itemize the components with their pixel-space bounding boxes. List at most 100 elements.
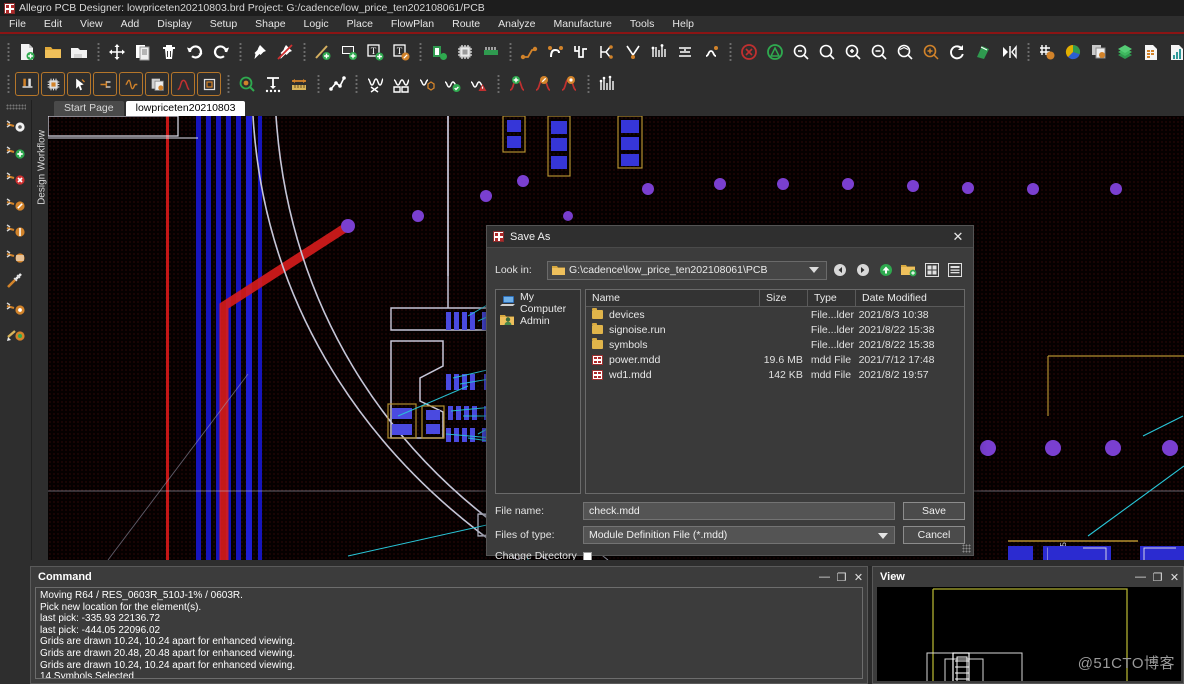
places-sidebar[interactable]: My Computer Admin — [495, 289, 581, 494]
pin-delay-icon[interactable] — [93, 72, 117, 96]
edit-text-icon[interactable]: T — [388, 39, 414, 65]
custom-smooth-icon[interactable] — [698, 39, 724, 65]
zoom-fit-icon[interactable] — [814, 39, 840, 65]
save-as-dialog[interactable]: Save As ✕ Look in: G:\cadence\low_price_… — [486, 225, 974, 562]
list-view-icon[interactable] — [922, 261, 942, 280]
reflection-icon[interactable] — [171, 72, 195, 96]
assign-model-icon[interactable] — [556, 71, 582, 97]
workflow-tune-icon[interactable] — [3, 217, 29, 243]
close-icon[interactable]: ✕ — [1166, 569, 1183, 585]
detail-view-icon[interactable] — [945, 261, 965, 280]
status-icon[interactable] — [1164, 39, 1184, 65]
zoom-previous-icon[interactable] — [918, 39, 944, 65]
menu-analyze[interactable]: Analyze — [489, 16, 544, 32]
add-text-icon[interactable]: T — [362, 39, 388, 65]
grid-toggle-icon[interactable] — [1034, 39, 1060, 65]
column-header-name[interactable]: Name — [586, 290, 760, 306]
new-file-icon[interactable] — [14, 39, 40, 65]
redo-icon[interactable] — [208, 39, 234, 65]
zoom-points-icon[interactable] — [866, 39, 892, 65]
file-row-symbols[interactable]: symbols File...lder 2021/8/22 15:38 — [586, 337, 964, 352]
fanout-icon[interactable] — [646, 39, 672, 65]
menu-display[interactable]: Display — [148, 16, 200, 32]
zoom-probe-icon[interactable] — [234, 71, 260, 97]
undo-icon[interactable] — [182, 39, 208, 65]
restore-icon[interactable]: ❐ — [1149, 569, 1166, 585]
drop-via-icon[interactable] — [260, 71, 286, 97]
delay-tune-icon[interactable] — [568, 39, 594, 65]
menu-logic[interactable]: Logic — [295, 16, 338, 32]
tab-start-page[interactable]: Start Page — [54, 101, 124, 116]
save-button[interactable]: Save — [903, 502, 965, 520]
menu-place[interactable]: Place — [338, 16, 382, 32]
boundary-icon[interactable] — [197, 72, 221, 96]
open-folder-icon[interactable] — [40, 39, 66, 65]
close-icon[interactable]: ✕ — [947, 228, 969, 246]
menu-edit[interactable]: Edit — [35, 16, 71, 32]
edit-model-icon[interactable] — [530, 71, 556, 97]
cancel-button[interactable]: Cancel — [903, 526, 965, 544]
workflow-finish-icon[interactable] — [3, 321, 29, 347]
file-row-signoise-run[interactable]: signoise.run File...lder 2021/8/22 15:38 — [586, 322, 964, 337]
resize-grip[interactable] — [962, 544, 971, 553]
3d-view-icon[interactable] — [414, 71, 440, 97]
file-row-power-mdd[interactable]: power.mdd 19.6 MB mdd File 2021/7/12 17:… — [586, 352, 964, 367]
files-of-type-select[interactable]: Module Definition File (*.mdd) — [583, 526, 895, 544]
copy-sim-icon[interactable] — [145, 72, 169, 96]
parent-folder-icon[interactable] — [876, 261, 896, 280]
unpin-icon[interactable] — [272, 39, 298, 65]
menu-route[interactable]: Route — [443, 16, 489, 32]
workflow-database-icon[interactable] — [3, 243, 29, 269]
file-list[interactable]: Name Size Type Date Modified devices Fil… — [585, 289, 965, 494]
zoom-in-icon[interactable] — [840, 39, 866, 65]
file-row-devices[interactable]: devices File...lder 2021/8/3 10:38 — [586, 307, 964, 322]
back-icon[interactable] — [830, 261, 850, 280]
save-icon[interactable] — [66, 39, 92, 65]
book-sim-icon[interactable] — [388, 71, 414, 97]
rail-grip[interactable] — [5, 104, 26, 110]
column-header-date[interactable]: Date Modified — [856, 290, 946, 306]
command-log[interactable]: Moving R64 / RES_0603R_510J-1% / 0603R. … — [35, 587, 863, 679]
chip-icon[interactable] — [41, 72, 65, 96]
zoom-out-icon[interactable] — [788, 39, 814, 65]
forward-icon[interactable] — [853, 261, 873, 280]
color-wheel-icon[interactable] — [1060, 39, 1086, 65]
slide-icon[interactable] — [542, 39, 568, 65]
workflow-setup-icon[interactable] — [3, 113, 29, 139]
place-manual-icon[interactable] — [426, 39, 452, 65]
column-header-size[interactable]: Size — [760, 290, 808, 306]
layer-copy-icon[interactable] — [1086, 39, 1112, 65]
chip-icon[interactable] — [452, 39, 478, 65]
look-in-combobox[interactable]: G:\cadence\low_price_ten202108061\PCB — [547, 260, 827, 280]
add-rect-icon[interactable] — [336, 39, 362, 65]
flip-design-icon[interactable] — [996, 39, 1022, 65]
place-replicate-icon[interactable] — [478, 39, 504, 65]
copy-icon[interactable] — [130, 39, 156, 65]
signal-flow-icon[interactable] — [594, 71, 620, 97]
add-model-icon[interactable] — [504, 71, 530, 97]
menu-view[interactable]: View — [71, 16, 112, 32]
add-line-icon[interactable] — [310, 39, 336, 65]
file-row-wd1-mdd[interactable]: wd1.mdd 142 KB mdd File 2021/8/2 19:57 — [586, 367, 964, 382]
color-map-icon[interactable] — [970, 39, 996, 65]
drc-on-icon[interactable] — [762, 39, 788, 65]
workflow-placement-icon[interactable] — [3, 269, 29, 295]
xtalk-icon[interactable] — [362, 71, 388, 97]
sim-ok-icon[interactable] — [440, 71, 466, 97]
close-icon[interactable]: ✕ — [850, 569, 867, 585]
route-connect-icon[interactable] — [516, 39, 542, 65]
workflow-edit-icon[interactable] — [3, 191, 29, 217]
menu-help[interactable]: Help — [663, 16, 703, 32]
pin-icon[interactable] — [246, 39, 272, 65]
view-panel-canvas[interactable]: @51CTO博客 — [877, 587, 1181, 681]
delete-icon[interactable] — [156, 39, 182, 65]
menu-shape[interactable]: Shape — [246, 16, 294, 32]
spread-icon[interactable] — [672, 39, 698, 65]
tab-lowpriceten20210803[interactable]: lowpriceten20210803 — [125, 101, 246, 116]
chevron-down-icon[interactable] — [878, 533, 888, 539]
workflow-delete-icon[interactable] — [3, 165, 29, 191]
file-name-input[interactable]: check.mdd — [583, 502, 895, 520]
vertex-icon[interactable] — [594, 39, 620, 65]
menu-tools[interactable]: Tools — [621, 16, 664, 32]
minimize-icon[interactable]: — — [816, 569, 833, 585]
